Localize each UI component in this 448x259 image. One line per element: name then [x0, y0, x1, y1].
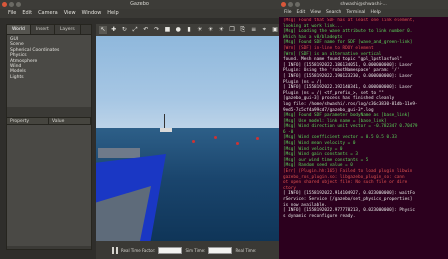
menu-window[interactable]: Window	[82, 9, 102, 18]
terminal-window-buttons	[281, 2, 300, 7]
cylinder-icon[interactable]: ▮	[185, 26, 193, 34]
sphere-icon[interactable]: ●	[174, 26, 182, 34]
minimize-icon[interactable]	[288, 2, 293, 7]
minimize-icon[interactable]	[9, 2, 14, 7]
menu-view[interactable]: View	[310, 9, 321, 17]
gazebo-toolbar: ↖ ✚ ↻ ⤢ ↶ ↷ ■ ● ▮ ☀ ☀ ☀ ❐ ⎘ ≡ ⌖ ▣	[96, 24, 279, 36]
light-icon[interactable]: ☀	[207, 26, 215, 34]
menu-file[interactable]: File	[284, 9, 292, 17]
paste-icon[interactable]: ⎘	[239, 26, 247, 34]
dock-top	[98, 148, 140, 158]
terminal-title-bar[interactable]: shwashi@shwashi-...	[279, 0, 448, 9]
light-icon[interactable]: ☀	[196, 26, 204, 34]
arrow-icon[interactable]: ↖	[99, 26, 107, 34]
property-column-header[interactable]: Property	[7, 118, 49, 124]
redo-icon[interactable]: ↷	[153, 26, 161, 34]
close-icon[interactable]	[2, 2, 7, 7]
terminal-line: s dynamic reconfigure ready.	[283, 213, 356, 219]
box-icon[interactable]: ■	[164, 26, 172, 34]
sim-time-label: Sim Time:	[185, 247, 206, 253]
menu-edit[interactable]: Edit	[297, 9, 306, 17]
gazebo-menu-bar: File Edit Camera View Window Help	[0, 9, 279, 18]
menu-help[interactable]: Help	[107, 9, 118, 18]
tab-insert[interactable]: Insert	[30, 25, 55, 34]
menu-camera[interactable]: Camera	[38, 9, 58, 18]
properties-header: Property Value	[7, 117, 91, 125]
close-icon[interactable]	[281, 2, 286, 7]
tab-layers[interactable]: Layers	[54, 25, 81, 34]
boat-mast	[164, 114, 165, 128]
menu-help[interactable]: Help	[370, 9, 380, 17]
panel-tabs: World Insert Layers	[7, 25, 91, 35]
panel-splitter[interactable]	[7, 107, 91, 117]
menu-terminal[interactable]: Terminal	[346, 9, 365, 17]
pause-icon[interactable]	[112, 246, 118, 254]
maximize-icon[interactable]	[16, 2, 21, 7]
boat-model[interactable]	[160, 128, 172, 132]
snap-icon[interactable]: ⌖	[260, 26, 268, 34]
menu-search[interactable]: Search	[326, 9, 341, 17]
copy-icon[interactable]: ❐	[228, 26, 236, 34]
tab-world[interactable]: World	[7, 25, 31, 34]
buoy-model[interactable]	[256, 137, 259, 140]
left-panel: World Insert Layers GUI Scene Spherical Co…	[6, 24, 92, 250]
scale-icon[interactable]: ⤢	[131, 26, 139, 34]
buoy-model[interactable]	[192, 140, 195, 143]
terminal-title: shwashi@shwashi-...	[340, 2, 387, 7]
buoy-model[interactable]	[214, 136, 217, 139]
terminal-window: shwashi@shwashi-... File Edit View Searc…	[279, 0, 448, 259]
maximize-icon[interactable]	[295, 2, 300, 7]
rtf-value	[158, 246, 183, 254]
sky	[96, 36, 279, 128]
move-icon[interactable]: ✚	[110, 26, 118, 34]
rotate-icon[interactable]: ↻	[121, 26, 129, 34]
camera-icon[interactable]: ▣	[271, 26, 279, 34]
terminal-menu-bar: File Edit View Search Terminal Help	[279, 9, 448, 17]
properties-body	[7, 125, 91, 246]
align-icon[interactable]: ≡	[250, 26, 258, 34]
menu-file[interactable]: File	[8, 9, 16, 18]
undo-icon[interactable]: ↶	[142, 26, 150, 34]
sim-time-value	[208, 246, 233, 254]
buoy-model[interactable]	[236, 142, 239, 145]
world-tree: GUI Scene Spherical Coordinates Physics Atmo…	[7, 35, 91, 107]
gazebo-window-buttons	[2, 2, 21, 7]
gazebo-title-bar[interactable]: Gazebo	[0, 0, 279, 9]
gazebo-window: Gazebo File Edit Camera View Window Help…	[0, 0, 279, 259]
menu-view[interactable]: View	[64, 9, 76, 18]
value-column-header[interactable]: Value	[49, 118, 91, 124]
status-bar: Real Time Factor: Sim Time: Real Time:	[96, 241, 279, 259]
3d-viewport[interactable]	[96, 36, 279, 241]
real-time-label: Real Time:	[235, 247, 257, 253]
light-icon[interactable]: ☀	[217, 26, 225, 34]
tree-item[interactable]: Lights	[10, 75, 88, 80]
gazebo-title: Gazebo	[130, 1, 149, 7]
menu-edit[interactable]: Edit	[22, 9, 32, 18]
terminal-output[interactable]: [Msg] Found that SDF has at least one li…	[283, 18, 445, 257]
rtf-label: Real Time Factor:	[121, 247, 156, 253]
